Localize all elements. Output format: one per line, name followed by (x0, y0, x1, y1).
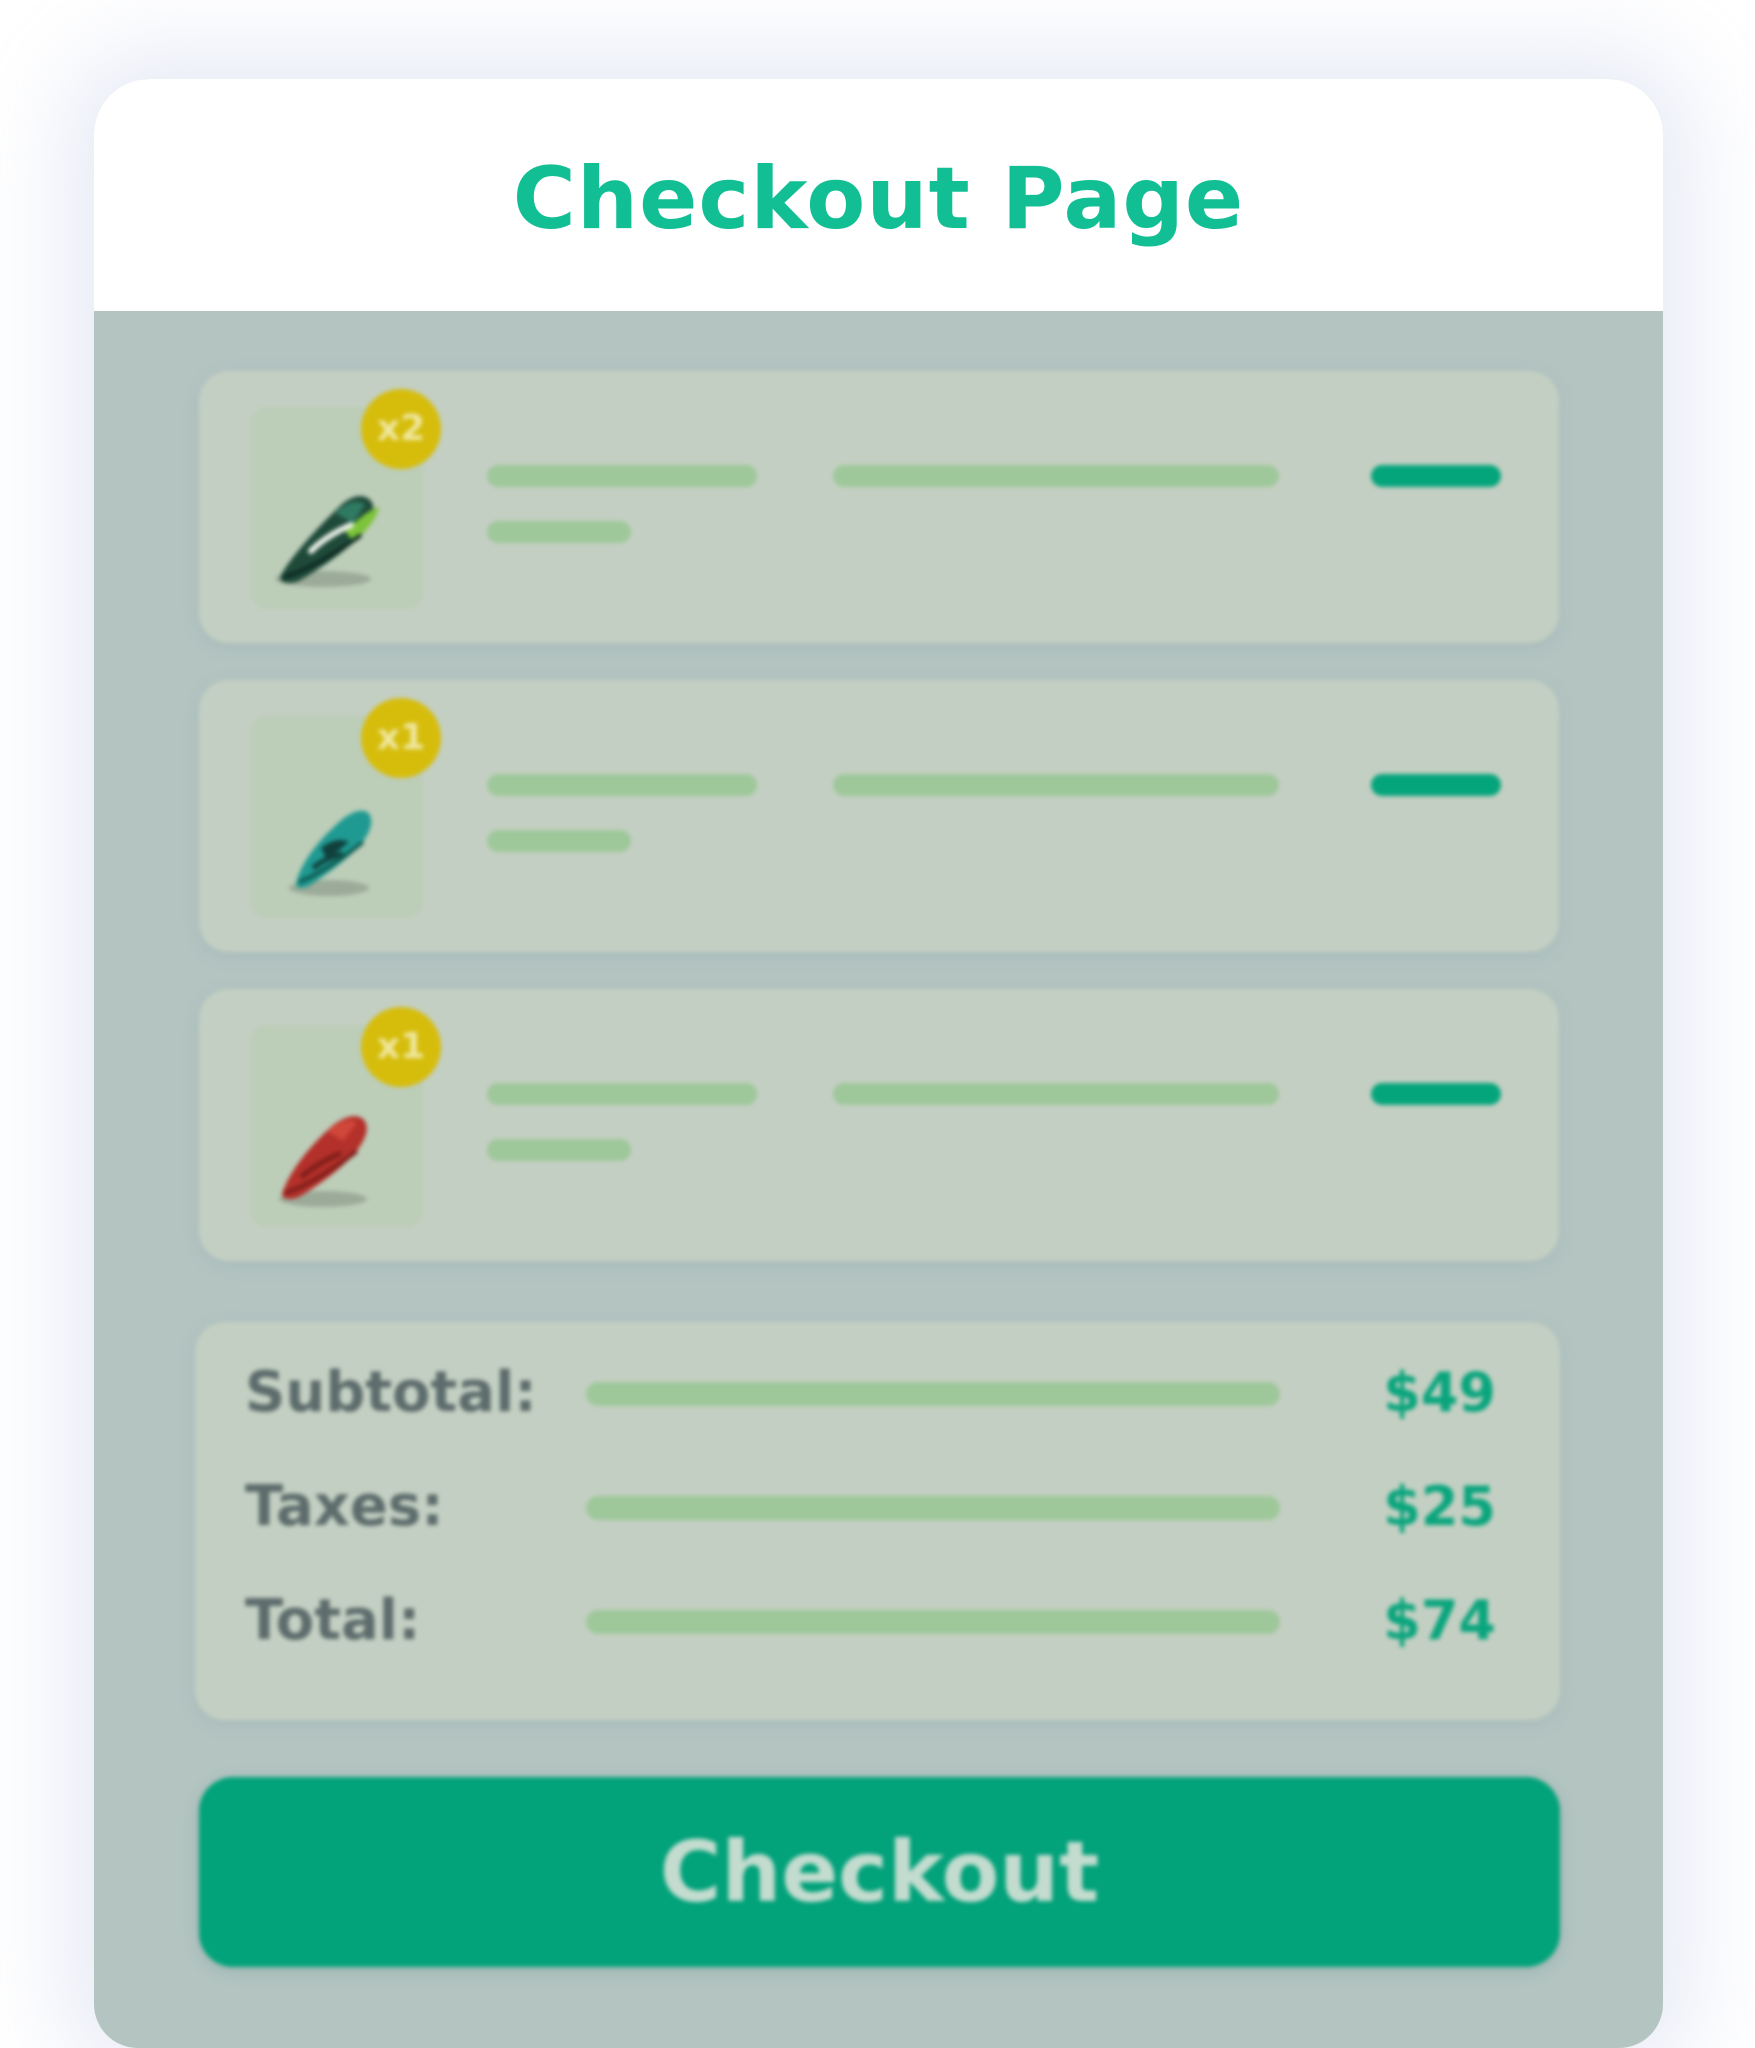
taxes-label: Taxes: (245, 1474, 444, 1539)
checkout-card: Checkout Page x2 x1 x1 Subtotal: $49 Tax… (94, 79, 1663, 2048)
subtotal-value: $49 (1383, 1361, 1496, 1424)
total-placeholder (586, 1610, 1280, 1634)
cart-item[interactable]: x1 (199, 680, 1559, 952)
taxes-placeholder (586, 1496, 1280, 1520)
product-variant-placeholder (487, 830, 631, 852)
product-variant-placeholder (487, 1139, 631, 1161)
product-description-placeholder (833, 1083, 1279, 1105)
checkout-button[interactable]: Checkout (199, 1777, 1560, 1967)
sneaker-dark-green-icon (275, 496, 379, 587)
product-name-placeholder (487, 465, 757, 487)
total-value: $74 (1383, 1589, 1496, 1652)
page-title: Checkout Page (512, 149, 1245, 249)
product-price-placeholder (1371, 465, 1501, 487)
taxes-row: Taxes: $25 (195, 1472, 1560, 1542)
product-description-placeholder (833, 465, 1279, 487)
cart-item[interactable]: x2 (199, 371, 1559, 643)
product-price-placeholder (1371, 1083, 1501, 1105)
order-summary: Subtotal: $49 Taxes: $25 Total: $74 (195, 1322, 1560, 1720)
taxes-value: $25 (1383, 1475, 1496, 1538)
product-description-placeholder (833, 774, 1279, 796)
quantity-badge: x1 (361, 1007, 441, 1087)
product-price-placeholder (1371, 774, 1501, 796)
subtotal-label: Subtotal: (245, 1360, 537, 1425)
sneaker-teal-icon (289, 810, 372, 896)
card-body: x2 x1 x1 Subtotal: $49 Taxes: $25 Total:… (94, 311, 1663, 2048)
product-name-placeholder (487, 774, 757, 796)
subtotal-row: Subtotal: $49 (195, 1358, 1560, 1428)
card-header: Checkout Page (94, 79, 1663, 311)
product-name-placeholder (487, 1083, 757, 1105)
total-label: Total: (245, 1588, 421, 1653)
quantity-badge: x2 (361, 389, 441, 469)
sneaker-red-icon (279, 1116, 367, 1207)
cart-item[interactable]: x1 (199, 989, 1559, 1261)
subtotal-placeholder (586, 1382, 1280, 1406)
quantity-badge: x1 (361, 698, 441, 778)
total-row: Total: $74 (195, 1586, 1560, 1656)
product-variant-placeholder (487, 521, 631, 543)
